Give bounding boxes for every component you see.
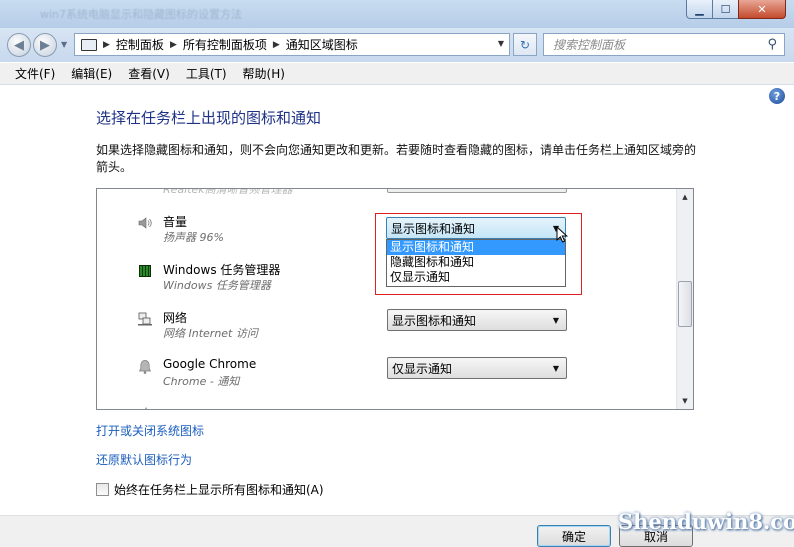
scrollbar-thumb[interactable] xyxy=(678,281,692,327)
behavior-select[interactable]: 仅显示通知 ▼ xyxy=(387,357,567,379)
list-item-label-cut: Realtek高清晰音频管理器 xyxy=(163,188,293,196)
minimize-icon: ▁ xyxy=(695,2,704,16)
list-item-name: Google Chrome xyxy=(163,357,257,371)
mouse-cursor-icon xyxy=(556,226,569,243)
network-icon xyxy=(137,311,153,327)
breadcrumb-separator-icon[interactable]: ▶ xyxy=(273,40,280,50)
task-manager-icon xyxy=(137,263,153,279)
breadcrumb-item[interactable]: 通知区域图标 xyxy=(286,36,358,53)
address-bar[interactable]: ▶ 控制面板 ▶ 所有控制面板项 ▶ 通知区域图标 ▼ xyxy=(74,33,510,56)
forward-button[interactable]: ▶ xyxy=(33,33,57,57)
always-show-all-checkbox[interactable] xyxy=(96,483,109,496)
select-value: 仅显示通知 xyxy=(392,361,453,376)
page-description: 如果选择隐藏图标和通知，则不会向您通知更改和更新。若要随时查看隐藏的图标，请单击… xyxy=(96,143,697,174)
menu-help[interactable]: 帮助(H) xyxy=(235,65,293,82)
arrow-left-icon: ◀ xyxy=(14,37,24,53)
list-item-name: 网络 xyxy=(163,311,188,325)
behavior-select-cut[interactable] xyxy=(387,189,567,193)
refresh-icon: ↻ xyxy=(519,37,531,52)
chevron-down-icon: ▼ xyxy=(552,316,559,325)
highlight-box xyxy=(375,213,582,295)
search-placeholder: 搜索控制面板 xyxy=(553,38,626,52)
system-icons-link[interactable]: 打开或关闭系统图标 xyxy=(96,422,204,439)
list-item-subtitle: Chrome - 通知 xyxy=(163,375,240,388)
title-bar: win7系统电脑显示和隐藏图标的设置方法 ▁ ☐ ✕ xyxy=(0,0,794,28)
menu-edit[interactable]: 编辑(E) xyxy=(63,65,120,82)
ok-button[interactable]: 确定 xyxy=(537,525,611,547)
maximize-button[interactable]: ☐ xyxy=(712,0,739,19)
list-item: 网络 网络 Internet 访问 显示图标和通知 ▼ xyxy=(97,309,677,357)
site-watermark: Shenduwin8.com xyxy=(618,509,794,534)
window-title: win7系统电脑显示和隐藏图标的设置方法 xyxy=(40,8,243,21)
list-scrollbar[interactable]: ▲ ▼ xyxy=(676,189,693,409)
search-icon[interactable]: ⚲ xyxy=(767,37,777,52)
search-input[interactable]: 搜索控制面板 ⚲ xyxy=(543,33,785,56)
behavior-select[interactable]: 显示图标和通知 ▼ xyxy=(387,309,567,331)
speaker-icon xyxy=(137,215,153,231)
maximize-icon: ☐ xyxy=(720,2,731,16)
select-value: 显示图标和通知 xyxy=(392,313,477,328)
menu-tools[interactable]: 工具(T) xyxy=(178,65,235,82)
list-item-name: 音量 xyxy=(163,215,188,229)
list-item-subtitle: 扬声器 96% xyxy=(163,231,224,244)
minimize-button[interactable]: ▁ xyxy=(686,0,713,19)
list-item: Google Chrome Chrome - 通知 仅显示通知 ▼ xyxy=(97,357,677,405)
breadcrumb-item[interactable]: 所有控制面板项 xyxy=(183,36,267,53)
list-item-subtitle: 网络 Internet 访问 xyxy=(163,327,258,340)
always-show-all-checkbox-row[interactable]: 始终在任务栏上显示所有图标和通知(A) xyxy=(96,481,324,498)
list-item-subtitle: Windows 任务管理器 xyxy=(163,279,271,292)
close-icon: ✕ xyxy=(757,2,767,16)
breadcrumb-separator-icon[interactable]: ▶ xyxy=(103,40,110,50)
scroll-down-arrow-icon[interactable]: ▼ xyxy=(677,393,693,409)
next-item-icon-cut: ▲ xyxy=(143,405,150,410)
close-button[interactable]: ✕ xyxy=(738,0,786,19)
menu-view[interactable]: 查看(V) xyxy=(120,65,178,82)
list-item-name: Windows 任务管理器 xyxy=(163,263,281,277)
checkbox-label: 始终在任务栏上显示所有图标和通知(A) xyxy=(114,483,324,497)
refresh-button[interactable]: ↻ xyxy=(513,33,537,56)
bell-icon xyxy=(137,359,153,375)
page-title: 选择在任务栏上出现的图标和通知 xyxy=(96,109,322,127)
menu-file[interactable]: 文件(F) xyxy=(7,65,63,82)
arrow-right-icon: ▶ xyxy=(40,37,50,53)
breadcrumb-separator-icon[interactable]: ▶ xyxy=(170,40,177,50)
control-panel-icon xyxy=(81,38,97,51)
menu-bar: 文件(F) 编辑(E) 查看(V) 工具(T) 帮助(H) xyxy=(0,63,794,85)
back-button[interactable]: ◀ xyxy=(7,33,31,57)
address-history-chevron-icon[interactable]: ▼ xyxy=(498,39,504,48)
recent-pages-chevron-icon[interactable]: ▼ xyxy=(61,40,67,49)
navigation-bar: ◀ ▶ ▼ ▶ 控制面板 ▶ 所有控制面板项 ▶ 通知区域图标 ▼ ↻ 搜索控制… xyxy=(0,28,794,62)
breadcrumb-item[interactable]: 控制面板 xyxy=(116,36,164,53)
chevron-down-icon: ▼ xyxy=(552,364,559,373)
help-icon[interactable]: ? xyxy=(769,88,785,104)
scroll-up-arrow-icon[interactable]: ▲ xyxy=(677,189,693,205)
restore-default-link[interactable]: 还原默认图标行为 xyxy=(96,451,192,468)
